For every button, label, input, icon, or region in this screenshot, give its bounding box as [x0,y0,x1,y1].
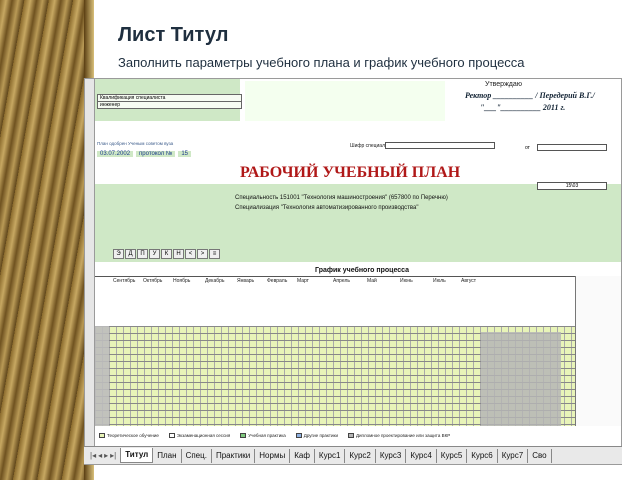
qualification-label: Квалификация специалиста [97,94,242,102]
tab-last-icon[interactable]: ▸| [110,451,116,460]
toolbar-btn-exam[interactable]: Э [113,249,124,259]
tab-titul[interactable]: Титул [120,448,154,463]
tab-kurs2[interactable]: Курс2 [345,448,376,463]
toolbar-btn-study-practice[interactable]: У [149,249,160,259]
legend-label: Другие практики [303,433,338,438]
toolbar-btn-holidays[interactable]: К [161,249,172,259]
toolbar-btn-menu[interactable]: ≡ [209,249,220,259]
code-cell[interactable]: 15\03 [537,182,607,190]
month-may: Май [367,278,377,284]
legend-item: Учебная практика [240,433,286,438]
schedule-title: График учебного процесса [315,267,410,274]
tab-kurs4[interactable]: Курс4 [406,448,437,463]
legend-label: Дипломное проектирование или защита ВКР [355,433,451,438]
tab-kaf[interactable]: Каф [290,448,315,463]
rector-date: "___"__________ 2011 г. [480,103,566,112]
qualification-value[interactable]: инженер [97,101,242,109]
summary-columns[interactable] [575,276,621,426]
legend-item: Экзаменационная сессия [168,433,231,438]
row-header[interactable] [85,79,95,451]
slide-title: Лист Титул [118,24,229,46]
spreadsheet[interactable]: Квалификация специалиста инженер Утвержд… [84,78,622,465]
month-sep: Сентябрь [113,278,136,284]
decorative-strip [0,0,94,480]
tab-first-icon[interactable]: |◂ [90,451,96,460]
toolbar-btn-diploma[interactable]: Д [125,249,136,259]
specialty-block: Специальность 151001 "Технология машинос… [235,193,448,213]
month-aug: Август [461,278,477,284]
legend-swatch [295,433,302,438]
legend-swatch [347,433,354,438]
tab-kurs6[interactable]: Курс6 [467,448,498,463]
toolbar-btn-research[interactable]: Н [173,249,184,259]
legend-swatch [168,433,175,438]
specialization-text[interactable]: Специализация "Технология автоматизирова… [235,203,448,213]
tab-next-icon[interactable]: ▸ [104,451,108,460]
month-apr: Апрель [333,278,350,284]
month-nov: Ноябрь [173,278,191,284]
legend-label: Экзаменационная сессия [176,433,231,438]
legend-label: Учебная практика [248,433,286,438]
schedule-summary-columns [481,332,561,426]
month-dec: Декабрь [205,278,225,284]
ministry-note [245,81,445,121]
slide-subtitle: Заполнить параметры учебного плана и гра… [118,55,525,70]
month-mar: Март [297,278,309,284]
specialty-text[interactable]: Специальность 151001 "Технология машинос… [235,193,448,203]
month-jun: Июнь [400,278,413,284]
grid-toolbar: Э Д П У К Н < > ≡ [113,249,220,259]
legend-swatch [240,433,247,438]
month-feb: Февраль [267,278,288,284]
legend-swatch [99,433,105,438]
tab-kurs5[interactable]: Курс5 [437,448,468,463]
rector-line: Ректор __________ / Передерий В.Г./ [465,91,595,100]
legend-item: Другие практики [295,433,338,438]
legend-item: Теоретическое обучение [99,433,159,438]
tab-kurs1[interactable]: Курс1 [315,448,346,463]
plan-title: РАБОЧИЙ УЧЕБНЫЙ ПЛАН [240,164,461,181]
tab-kurs7[interactable]: Курс7 [498,448,529,463]
protocol-label: протокол № [136,151,176,157]
tab-plan[interactable]: План [153,448,182,463]
sheet-tabs: |◂ ◂ ▸ ▸| Титул План Спец. Практики Норм… [84,446,622,464]
month-oct: Октябрь [143,278,163,284]
toolbar-btn-next[interactable]: > [197,249,208,259]
protocol-number[interactable]: 15 [178,151,192,157]
tab-practices[interactable]: Практики [212,448,256,463]
legend-label: Теоретическое обучение [107,433,159,438]
legend: Теоретическое обучение Экзаменационная с… [95,431,621,440]
tab-spec[interactable]: Спец. [182,448,212,463]
plan-made-label: План одобрен Ученым советом вуза [97,141,174,146]
tab-prev-icon[interactable]: ◂ [98,451,102,460]
month-jul: Июль [433,278,446,284]
tab-kurs3[interactable]: Курс3 [376,448,407,463]
tab-nav: |◂ ◂ ▸ ▸| [90,451,116,460]
schedule-course-column [95,326,109,426]
qualification-table: Квалификация специалиста инженер [97,94,242,109]
ot-label: от [525,145,530,151]
ot-input[interactable] [537,144,607,151]
legend-item: Дипломное проектирование или защита ВКР [347,433,451,438]
plan-date[interactable]: 03.07.2002 [97,151,134,157]
shifr-input[interactable] [385,142,495,149]
tab-norms[interactable]: Нормы [255,448,291,463]
toolbar-btn-practice[interactable]: П [137,249,148,259]
approve-label: Утверждаю [485,81,522,88]
plan-approval-row: 03.07.2002 протокол № 15 [97,151,192,157]
toolbar-btn-prev[interactable]: < [185,249,196,259]
tab-svod[interactable]: Сво [528,448,552,463]
month-jan: Январь [237,278,255,284]
